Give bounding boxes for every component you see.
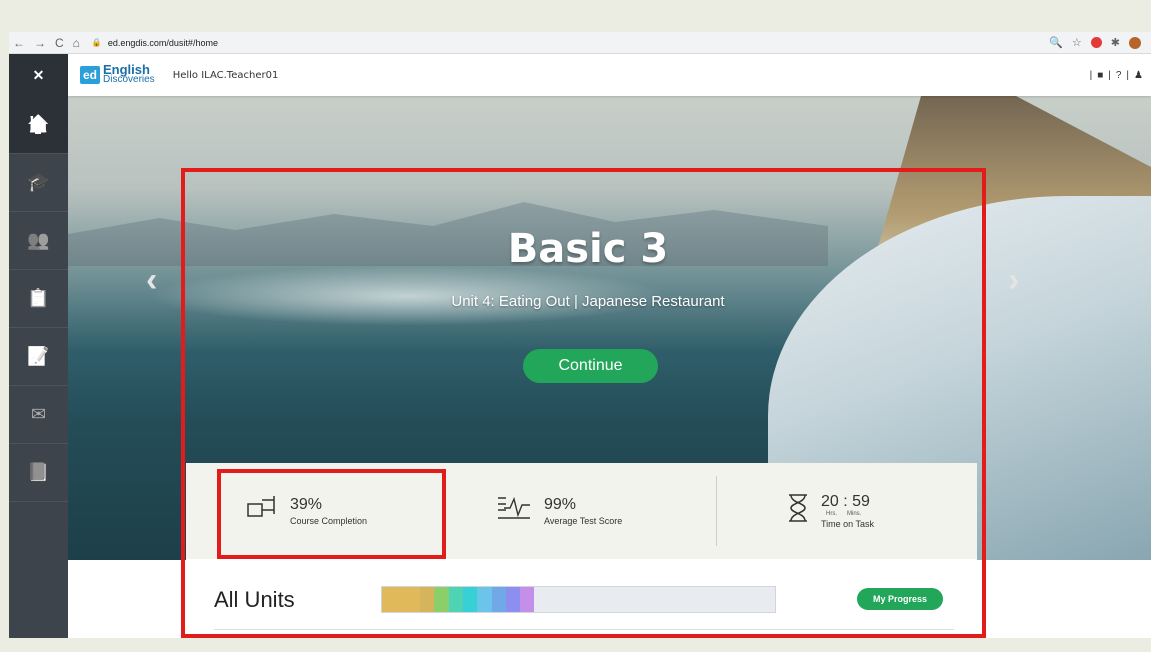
puzzle-icon[interactable]: ✱ (1111, 36, 1120, 49)
my-progress-button[interactable]: My Progress (857, 588, 943, 610)
units-progress-bar[interactable] (381, 586, 776, 613)
greeting: Hello ILAC.Teacher01 (172, 69, 279, 81)
star-icon[interactable]: ☆ (1072, 36, 1082, 49)
progress-segment (520, 587, 535, 612)
progress-segment (382, 587, 421, 612)
course-subtitle: Unit 4: Eating Out | Japanese Restaurant (451, 293, 725, 310)
progress-segment (477, 587, 492, 612)
progress-segment (505, 587, 521, 612)
time-mins-label: Mins. (847, 511, 862, 517)
extension-icon[interactable] (1090, 37, 1102, 48)
completion-value: 39% (290, 496, 323, 513)
time-value: 20 : 59 (821, 493, 870, 510)
continue-button[interactable]: Continue (523, 349, 658, 383)
separator: | (1108, 69, 1111, 81)
book-icon: 📘 (27, 462, 50, 482)
time-hrs-label: Hrs. (826, 511, 837, 517)
help-icon[interactable]: ? (1116, 70, 1122, 81)
all-units-section: All Units My Progress (186, 559, 977, 638)
lock-icon: 🔒 (91, 38, 102, 47)
browser-toolbar: ← → C ⌂ 🔒 ed.engdis.com/dusit#/home 🔍 ☆ … (9, 32, 1151, 54)
sidebar-item-assignment[interactable]: 📝 (9, 328, 68, 386)
browser-window: ← → C ⌂ 🔒 ed.engdis.com/dusit#/home 🔍 ☆ … (9, 32, 1151, 638)
course-completion-stat: 39% Course Completion (246, 494, 446, 529)
progress-segment (448, 587, 463, 612)
hourglass-icon (787, 493, 809, 530)
app-header: ed English Discoveries Hello ILAC.Teache… (68, 54, 1151, 96)
stats-divider (716, 476, 717, 546)
logo-mark: ed (80, 66, 100, 84)
separator: | (1089, 69, 1093, 81)
clipboard-icon: 📋 (27, 288, 50, 308)
address-bar[interactable]: 🔒 ed.engdis.com/dusit#/home (92, 38, 218, 48)
url-text: ed.engdis.com/dusit#/home (107, 37, 218, 48)
header-actions: | ■ | ? | ♟ (1090, 70, 1143, 81)
test-score-stat: 99% Average Test Score (496, 494, 716, 529)
sidebar-item-group[interactable]: 👥 (9, 212, 68, 270)
all-units-label: All Units (214, 587, 295, 612)
home-icon: 🏠 (27, 114, 50, 134)
profile-avatar[interactable] (1129, 36, 1141, 49)
sidebar-item-graduation-cap[interactable]: 🎓 (9, 154, 68, 212)
logo[interactable]: ed English Discoveries (80, 63, 155, 85)
sidebar-item-clipboard[interactable]: 📋 (9, 270, 68, 328)
messages-icon[interactable]: ■ (1097, 70, 1103, 81)
close-icon[interactable]: ✕ (9, 54, 68, 96)
sidebar-item-home[interactable]: 🏠 (9, 96, 68, 154)
pulse-icon (496, 494, 532, 529)
user-icon[interactable]: ♟ (1134, 70, 1143, 81)
zoom-icon[interactable]: 🔍 (1049, 36, 1063, 49)
sidebar: ✕ 🏠 🎓 👥 📋 📝 ✉ 📘 (9, 54, 68, 638)
course-title: Basic 3 (507, 226, 669, 272)
logo-word-discoveries: Discoveries (103, 74, 155, 85)
home-nav-icon[interactable]: ⌂ (73, 36, 80, 50)
progress-segment (420, 587, 435, 612)
progress-segment (462, 587, 478, 612)
flag-icon (246, 494, 278, 529)
back-icon[interactable]: ← (13, 36, 25, 50)
group-icon: 👥 (27, 230, 50, 250)
separator: | (1126, 69, 1130, 81)
score-label: Average Test Score (544, 516, 623, 526)
graduation-cap-icon: 🎓 (27, 172, 50, 192)
score-value: 99% (544, 496, 577, 513)
assignment-icon: 📝 (27, 346, 50, 366)
progress-segment (434, 587, 449, 612)
forward-icon[interactable]: → (34, 36, 46, 50)
units-divider (214, 629, 954, 630)
completion-label: Course Completion (290, 516, 368, 526)
mail-icon: ✉ (30, 404, 47, 424)
time-label: Time on Task (821, 519, 875, 529)
reload-icon[interactable]: C (55, 36, 64, 50)
sidebar-item-book[interactable]: 📘 (9, 444, 68, 502)
time-on-task-stat: 20 : 59 Hrs. Mins. Time on Task (787, 493, 874, 530)
stats-panel: 39% Course Completion 99% Average Test S… (186, 463, 977, 559)
sidebar-item-mail[interactable]: ✉ (9, 386, 68, 444)
progress-segment (491, 587, 506, 612)
